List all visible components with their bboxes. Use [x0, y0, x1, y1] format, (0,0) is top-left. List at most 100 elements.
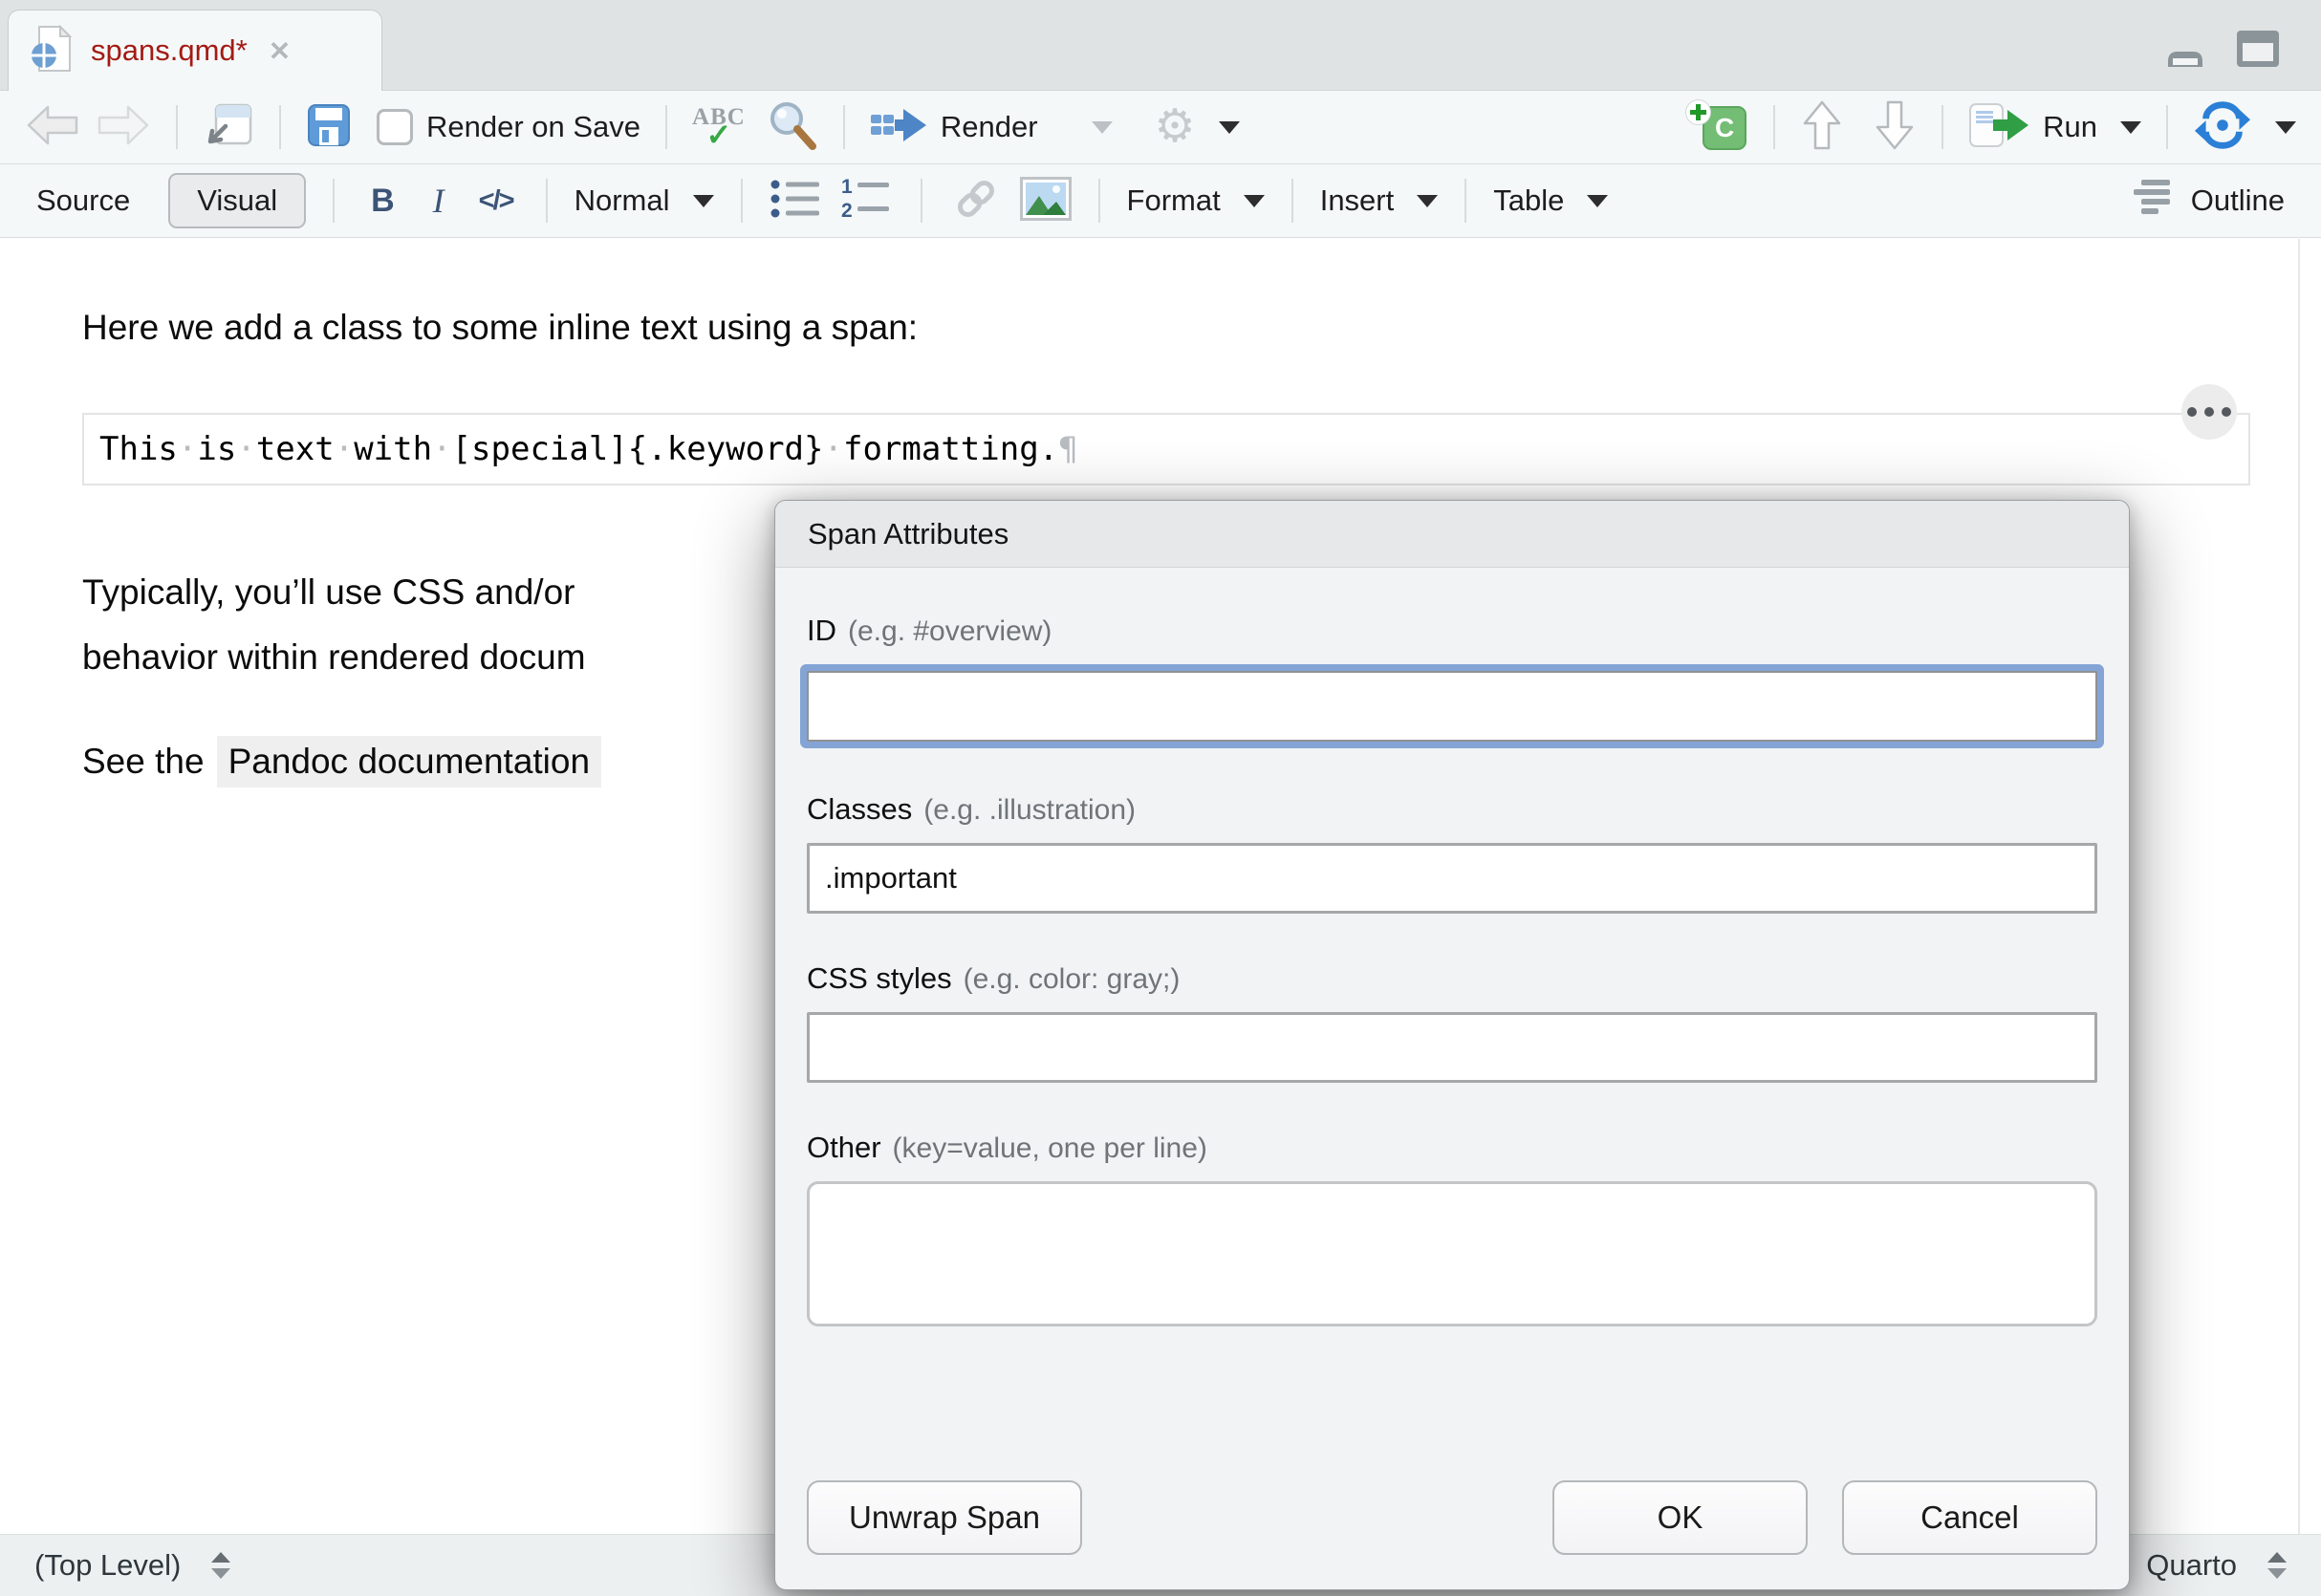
go-to-next-chunk-icon[interactable]	[1873, 99, 1917, 156]
cancel-button[interactable]: Cancel	[1842, 1480, 2097, 1555]
tab-bar: spans.qmd* ✕	[0, 0, 2321, 91]
toolbar-separator	[279, 105, 281, 149]
open-in-new-window-icon[interactable]	[203, 101, 254, 154]
render-on-save-label: Render on Save	[426, 110, 640, 144]
plus-badge-icon	[1685, 99, 1711, 125]
svg-text:1: 1	[841, 177, 853, 198]
toolbar-separator	[741, 179, 743, 223]
code-block[interactable]: This·is·text·with·[special]{.keyword}·fo…	[82, 413, 2250, 485]
span-attributes-dialog: Span Attributes ID(e.g. #overview) Class…	[774, 500, 2130, 1590]
tab-close-icon[interactable]: ✕	[269, 35, 291, 67]
refresh-icon	[2193, 101, 2252, 154]
insert-menu[interactable]: Insert	[1320, 183, 1439, 218]
updown-icon	[211, 1552, 230, 1579]
rstudio-editor-window: spans.qmd* ✕	[0, 0, 2321, 1596]
settings-caret-icon	[1219, 121, 1240, 134]
tab-title: spans.qmd*	[91, 33, 248, 68]
render-button[interactable]: Render	[870, 103, 1038, 152]
other-field-label: Other(key=value, one per line)	[807, 1131, 2097, 1165]
toolbar-separator	[1098, 179, 1100, 223]
maximize-icon[interactable]	[2235, 29, 2281, 74]
insert-chunk-button[interactable]: C	[1685, 99, 1748, 155]
run-caret-icon[interactable]	[2120, 121, 2141, 134]
gear-icon: ⚙	[1155, 104, 1196, 150]
language-mode-selector[interactable]: Quarto	[2146, 1548, 2287, 1583]
toolbar-separator	[1291, 179, 1293, 223]
paragraph-style-dropdown[interactable]: Normal	[575, 183, 714, 218]
table-menu[interactable]: Table	[1493, 183, 1608, 218]
italic-button[interactable]: I	[422, 181, 456, 221]
style-caret-icon	[693, 195, 714, 207]
unwrap-span-button[interactable]: Unwrap Span	[807, 1480, 1082, 1555]
bold-button[interactable]: B	[361, 183, 404, 220]
doc-paragraph-see: See the Pandoc documentation	[82, 736, 601, 787]
toolbar-separator	[546, 179, 548, 223]
link-icon[interactable]	[949, 175, 1003, 227]
numbered-list-icon[interactable]: 1 2	[840, 177, 894, 226]
ok-button[interactable]: OK	[1552, 1480, 1808, 1555]
outline-toggle[interactable]: Outline	[2134, 179, 2285, 224]
outline-label: Outline	[2191, 183, 2285, 218]
bullet-list-icon[interactable]	[770, 177, 823, 226]
main-toolbar: Render on Save ABC ✓	[0, 91, 2321, 164]
run-button[interactable]: Run	[1968, 101, 2141, 154]
ellipsis-dot	[2187, 407, 2197, 417]
editor-tab-spans-qmd[interactable]: spans.qmd* ✕	[8, 10, 382, 91]
doc-paragraph-intro: Here we add a class to some inline text …	[82, 308, 918, 348]
ellipsis-dot	[2222, 407, 2231, 417]
toolbar-separator	[1773, 105, 1775, 149]
render-options-caret-icon[interactable]	[1092, 121, 1113, 134]
pandoc-documentation-link[interactable]: Pandoc documentation	[217, 736, 602, 787]
refresh-caret-icon	[2275, 121, 2296, 134]
render-on-save-toggle[interactable]: Render on Save	[377, 109, 640, 145]
classes-field-label: Classes(e.g. .illustration)	[807, 792, 2097, 827]
quarto-file-icon	[30, 24, 74, 78]
window-controls	[2162, 29, 2281, 74]
format-caret-icon	[1244, 195, 1265, 207]
toolbar-separator	[843, 105, 845, 149]
insert-caret-icon	[1417, 195, 1438, 207]
render-label: Render	[941, 110, 1038, 144]
doc-paragraph-css: Typically, you’ll use CSS and/or behavio…	[82, 560, 586, 690]
render-settings-button[interactable]: ⚙	[1155, 104, 1240, 150]
id-field-label: ID(e.g. #overview)	[807, 614, 2097, 648]
minimize-icon[interactable]	[2162, 42, 2208, 74]
ellipsis-dot	[2204, 407, 2214, 417]
source-refresh-button[interactable]	[2193, 101, 2296, 154]
run-label: Run	[2043, 110, 2097, 144]
tab-source[interactable]: Source	[36, 183, 130, 218]
format-menu[interactable]: Format	[1127, 183, 1265, 218]
dialog-body: ID(e.g. #overview) Classes(e.g. .illustr…	[775, 568, 2129, 1589]
scope-selector[interactable]: (Top Level)	[34, 1548, 230, 1583]
toolbar-separator	[333, 179, 335, 223]
find-replace-icon[interactable]	[767, 99, 818, 156]
toolbar-separator	[1941, 105, 1943, 149]
back-icon[interactable]	[25, 103, 80, 152]
toolbar-separator	[176, 105, 178, 149]
dialog-title[interactable]: Span Attributes	[775, 501, 2129, 568]
id-input[interactable]	[807, 671, 2097, 742]
save-icon[interactable]	[306, 102, 352, 153]
forward-icon[interactable]	[96, 103, 151, 152]
render-on-save-checkbox[interactable]	[377, 109, 413, 145]
format-toolbar: Source Visual B I </> Normal 1 2	[0, 164, 2321, 238]
dialog-button-row: Unwrap Span OK Cancel	[807, 1452, 2097, 1555]
go-to-previous-chunk-icon[interactable]	[1800, 99, 1844, 156]
spellcheck-icon[interactable]: ABC ✓	[692, 105, 746, 150]
toolbar-separator	[2166, 105, 2168, 149]
tab-visual[interactable]: Visual	[168, 173, 306, 228]
css-styles-field-label: CSS styles(e.g. color: gray;)	[807, 961, 2097, 996]
toolbar-separator	[921, 179, 922, 223]
css-styles-input[interactable]	[807, 1012, 2097, 1083]
code-button[interactable]: </>	[473, 185, 519, 217]
image-icon[interactable]	[1020, 177, 1072, 226]
toolbar-separator	[1464, 179, 1466, 223]
block-options-button[interactable]	[2181, 384, 2237, 440]
run-icon	[1968, 101, 2029, 154]
editor-right-gutter	[2298, 239, 2300, 1534]
svg-text:2: 2	[841, 200, 853, 221]
updown-icon	[2267, 1552, 2287, 1579]
classes-input[interactable]	[807, 843, 2097, 914]
other-input[interactable]	[807, 1181, 2097, 1326]
table-caret-icon	[1587, 195, 1608, 207]
